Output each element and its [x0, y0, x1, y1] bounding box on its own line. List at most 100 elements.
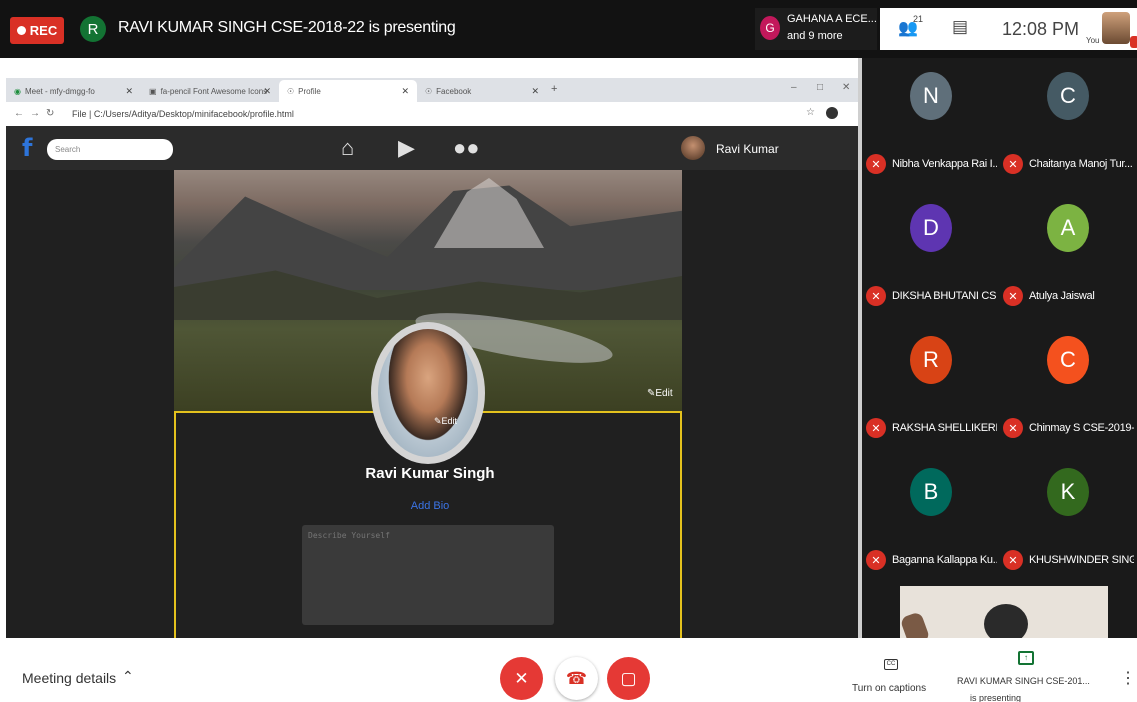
tab-profile[interactable]: ☉ Profile ✕: [279, 80, 417, 102]
add-bio-link[interactable]: Add Bio: [176, 500, 684, 512]
close-icon[interactable]: ✕: [263, 86, 271, 97]
camera-off-icon: ▢: [620, 668, 637, 688]
mountain-shape: [174, 185, 682, 290]
fontawesome-icon: ▣: [149, 86, 157, 96]
participant-name: Atulya Jaiswal: [1029, 290, 1095, 302]
chat-icon[interactable]: ▤: [952, 17, 968, 37]
bio-textarea[interactable]: [302, 525, 554, 625]
chevron-up-icon[interactable]: ⌃: [122, 668, 134, 685]
new-tab-icon[interactable]: +: [551, 83, 557, 95]
participant-avatar: C: [1047, 72, 1089, 120]
avatar-edit-button[interactable]: ✎Edit: [434, 416, 457, 427]
facebook-logo[interactable]: f: [22, 134, 32, 162]
minimize-icon[interactable]: –: [791, 82, 797, 93]
window-close-icon[interactable]: ✕: [842, 82, 850, 93]
participant-avatar: C: [1047, 336, 1089, 384]
globe-icon: ☉: [287, 86, 295, 96]
address-bar[interactable]: ←→↻ File | C:/Users/Aditya/Desktop/minif…: [6, 102, 858, 126]
participant-avatar: D: [910, 204, 952, 252]
mic-off-icon: ✕: [866, 154, 886, 174]
hang-up-button[interactable]: ☎: [555, 657, 598, 700]
mic-toggle-button[interactable]: ✕: [500, 657, 543, 700]
clock: 12:08 PM: [1002, 19, 1080, 39]
more-options-icon[interactable]: ⋮: [1120, 668, 1136, 688]
participant-tile[interactable]: B ✕ Baganna Kallappa Ku...: [862, 454, 999, 586]
self-video: [900, 586, 1108, 638]
tab-label: Meet - mfy-dmgg-fo: [24, 86, 95, 96]
tab-fontawesome[interactable]: ▣ fa-pencil Font Awesome Icons ✕: [141, 80, 279, 102]
camera-toggle-button[interactable]: ▢: [607, 657, 650, 700]
search-input[interactable]: Search: [47, 139, 173, 160]
captions-button[interactable]: Turn on captions: [852, 683, 926, 694]
participant-tile[interactable]: D ✕ DIKSHA BHUTANI CS...: [862, 190, 999, 322]
presenting-name[interactable]: RAVI KUMAR SINGH CSE-201...: [957, 676, 1090, 686]
present-icon[interactable]: ↑: [1018, 651, 1034, 665]
mic-off-icon: ✕: [1003, 286, 1023, 306]
participant-tile[interactable]: A ✕ Atulya Jaiswal: [999, 190, 1136, 322]
group-icon[interactable]: ●●: [453, 135, 480, 161]
presenter-text: RAVI KUMAR SINGH CSE-2018-22 is presenti…: [118, 19, 456, 36]
close-icon[interactable]: ✕: [531, 86, 539, 97]
people-count: 21: [913, 14, 924, 24]
mic-off-icon: ✕: [866, 286, 886, 306]
tab-meet[interactable]: ◉ Meet - mfy-dmgg-fo ✕: [6, 80, 141, 102]
top-bar: REC R RAVI KUMAR SINGH CSE-2018-22 is pr…: [0, 0, 1137, 58]
participant-name: Baganna Kallappa Ku...: [892, 554, 997, 566]
maximize-icon[interactable]: □: [817, 82, 823, 93]
close-icon[interactable]: ✕: [125, 86, 133, 97]
url-text[interactable]: File | C:/Users/Aditya/Desktop/minifaceb…: [72, 109, 294, 119]
meet-window: REC R RAVI KUMAR SINGH CSE-2018-22 is pr…: [0, 0, 1137, 702]
presenter-avatar: R: [80, 16, 106, 42]
cover-edit-button[interactable]: ✎Edit: [647, 388, 673, 399]
globe-icon: ☉: [425, 86, 433, 96]
user-avatar[interactable]: [681, 136, 705, 160]
hand-shape: [900, 611, 931, 638]
participant-avatar: B: [910, 468, 952, 516]
self-muted-icon: [1130, 36, 1137, 48]
meeting-details-button[interactable]: Meeting details: [22, 670, 116, 686]
record-dot-icon: [16, 26, 26, 35]
shared-screen: ◉ Meet - mfy-dmgg-fo ✕ ▣ fa-pencil Font …: [0, 58, 862, 638]
participant-avatar: K: [1047, 468, 1089, 516]
participant-tile[interactable]: N ✕ Nibha Venkappa Rai I...: [862, 58, 999, 190]
participant-name: Chaitanya Manoj Tur...: [1029, 158, 1133, 170]
profile-photo: [378, 329, 478, 457]
participant-name: DIKSHA BHUTANI CS...: [892, 290, 997, 302]
star-icon[interactable]: ☆: [806, 107, 815, 118]
close-icon[interactable]: ✕: [401, 86, 409, 97]
mic-off-icon: ✕: [514, 668, 529, 688]
nav-buttons-icon[interactable]: ←→↻: [14, 108, 60, 119]
bottom-bar: Meeting details ⌃ ✕ ☎ ▢ CC Turn on capti…: [0, 638, 1137, 702]
participant-name: GAHANA A ECE...: [787, 13, 877, 25]
tab-strip: ◉ Meet - mfy-dmgg-fo ✕ ▣ fa-pencil Font …: [6, 78, 858, 102]
participant-tile[interactable]: R ✕ RAKSHA SHELLIKERI ...: [862, 322, 999, 454]
play-icon[interactable]: ▶: [398, 135, 415, 161]
participant-more: and 9 more: [787, 30, 843, 42]
participant-avatar: R: [910, 336, 952, 384]
tab-facebook[interactable]: ☉ Facebook ✕: [417, 80, 547, 102]
mic-off-icon: ✕: [1003, 418, 1023, 438]
top-right-controls: 👥 21 ▤ 12:08 PM You: [880, 8, 1137, 50]
self-avatar[interactable]: [1102, 12, 1130, 44]
phone-icon: ☎: [565, 668, 588, 688]
presenting-status: is presenting: [970, 693, 1022, 702]
head-shape: [984, 604, 1028, 638]
participant-preview[interactable]: G GAHANA A ECE... and 9 more: [755, 8, 877, 50]
participant-tile[interactable]: C ✕ Chaitanya Manoj Tur...: [999, 58, 1136, 190]
user-name[interactable]: Ravi Kumar: [716, 142, 779, 156]
participant-tile[interactable]: C ✕ Chinmay S CSE-2019-...: [999, 322, 1136, 454]
participant-tile[interactable]: K ✕ KHUSHWINDER SING...: [999, 454, 1136, 586]
self-label: You: [1086, 36, 1100, 45]
tab-label: Profile: [298, 86, 321, 96]
profile-avatar: [371, 322, 485, 464]
mic-off-icon: ✕: [866, 418, 886, 438]
participant-name: Chinmay S CSE-2019-...: [1029, 422, 1134, 434]
participant-name: RAKSHA SHELLIKERI ...: [892, 422, 997, 434]
home-icon[interactable]: ⌂: [341, 135, 354, 161]
captions-icon[interactable]: CC: [884, 659, 898, 670]
participant-name: Nibha Venkappa Rai I...: [892, 158, 997, 170]
tab-label: Facebook: [436, 86, 472, 96]
extension-icon[interactable]: [826, 107, 838, 119]
rec-label: REC: [29, 23, 58, 38]
participant-avatar: N: [910, 72, 952, 120]
